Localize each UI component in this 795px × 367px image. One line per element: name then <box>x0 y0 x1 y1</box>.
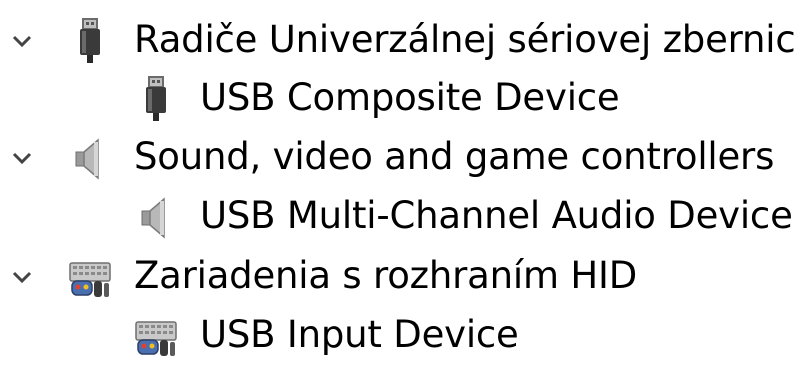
device-tree: Radiče Univerzálnej sériovej zbernice US… <box>0 0 795 367</box>
hid-keyboard-icon <box>135 321 177 356</box>
usb-controller-icon <box>146 76 166 121</box>
tree-item-usb-composite-device[interactable]: USB Composite Device <box>0 70 795 128</box>
tree-item-usb-audio-device[interactable]: USB Multi-Channel Audio Device <box>0 188 795 246</box>
tree-group-sound-video-game[interactable]: Sound, video and game controllers <box>0 129 795 187</box>
tree-item-label: USB Multi-Channel Audio Device <box>200 194 793 237</box>
usb-controller-icon <box>80 18 100 63</box>
tree-group-hid[interactable]: Zariadenia s rozhraním HID <box>0 248 795 306</box>
hid-keyboard-icon <box>69 262 111 297</box>
tree-item-label: USB Input Device <box>200 313 519 356</box>
tree-item-usb-input-device[interactable]: USB Input Device <box>0 307 795 365</box>
chevron-down-icon[interactable] <box>8 29 36 53</box>
speaker-icon <box>141 197 165 239</box>
tree-group-label: Zariadenia s rozhraním HID <box>134 254 637 297</box>
tree-group-label: Radiče Univerzálnej sériovej zbernice <box>134 18 795 61</box>
chevron-down-icon[interactable] <box>8 146 36 170</box>
tree-group-label: Sound, video and game controllers <box>134 135 775 178</box>
speaker-icon <box>75 138 99 180</box>
tree-group-usb-controllers[interactable]: Radiče Univerzálnej sériovej zbernice <box>0 12 795 70</box>
chevron-down-icon[interactable] <box>8 265 36 289</box>
tree-item-label: USB Composite Device <box>200 76 620 119</box>
